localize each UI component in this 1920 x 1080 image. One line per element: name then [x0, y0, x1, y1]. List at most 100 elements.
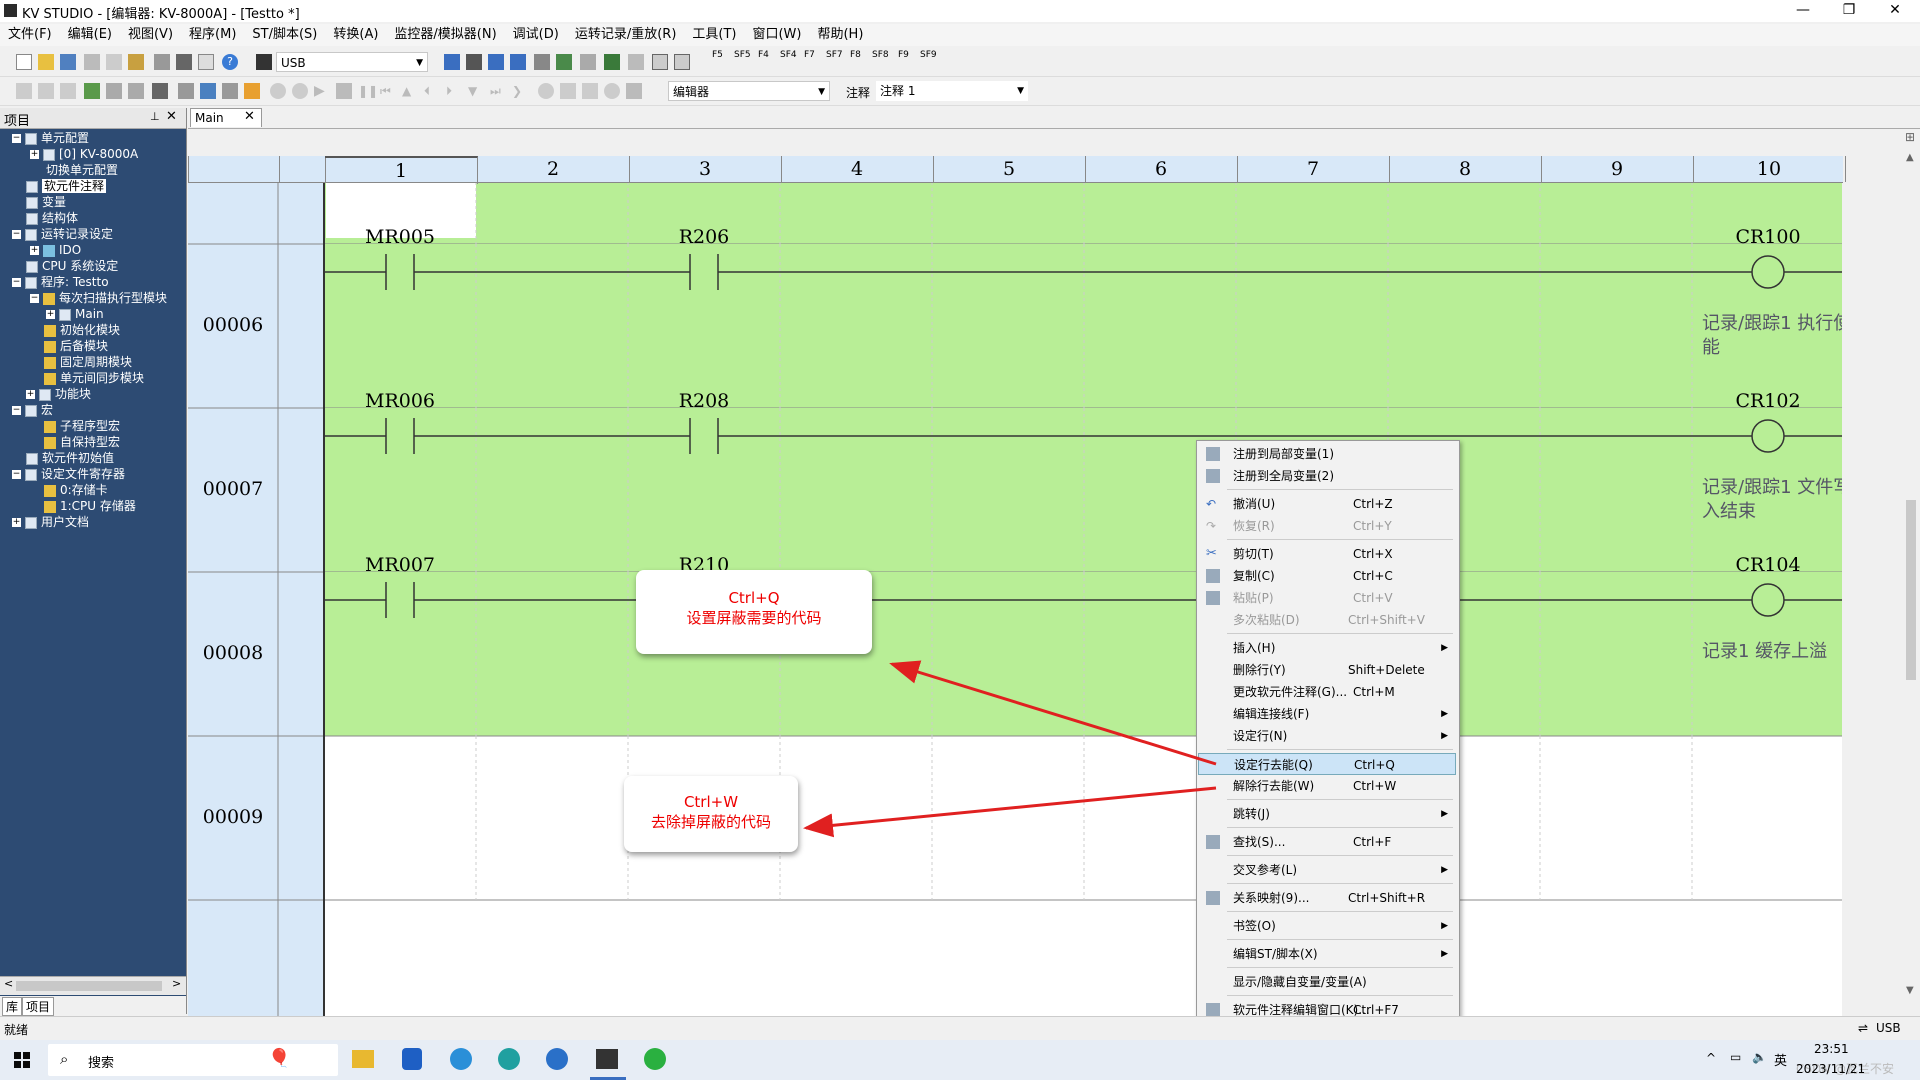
pin-icon[interactable]: ⊥ [150, 110, 160, 123]
scroll-right-icon[interactable]: > [172, 977, 181, 990]
break-icon[interactable] [538, 83, 554, 99]
tree-item[interactable]: − 单元配置 [12, 130, 89, 146]
connection-select[interactable]: USB ▼ [276, 52, 428, 72]
tree-item[interactable]: − 设定文件寄存器 [12, 466, 125, 482]
collapse-icon[interactable]: − [12, 406, 21, 415]
tray-volume-icon[interactable]: 🔈 [1752, 1050, 1767, 1064]
context-menu-item[interactable]: 跳转(J) ▶ [1198, 803, 1456, 825]
open-folder-icon[interactable] [38, 54, 54, 70]
rung-number[interactable]: 00007 [188, 478, 278, 500]
column-header-cell[interactable]: 10 [1693, 156, 1846, 182]
context-menu-item[interactable]: 编辑连接线(F) ▶ [1198, 703, 1456, 725]
edge-beta-icon[interactable] [546, 1048, 568, 1070]
kv-studio-taskbar-icon[interactable] [596, 1049, 618, 1069]
window-icon[interactable] [626, 83, 642, 99]
print-preview-icon[interactable] [198, 54, 214, 70]
column-header-cell[interactable]: 5 [933, 156, 1086, 182]
minimize-button[interactable]: — [1780, 0, 1826, 22]
tab-project[interactable]: 项目 [22, 997, 55, 1016]
fkey-f7[interactable]: F7 [804, 50, 815, 60]
context-menu-item[interactable]: 插入(H) ▶ [1198, 637, 1456, 659]
table-edit-icon[interactable] [128, 83, 144, 99]
expand-icon[interactable]: + [26, 390, 35, 399]
new-file-icon[interactable] [16, 54, 32, 70]
tree-scrollbar[interactable]: < > [0, 976, 186, 995]
menu-file[interactable]: 文件(F) [0, 24, 60, 46]
column-header-cell[interactable]: 6 [1085, 156, 1238, 182]
simulator-icon[interactable] [556, 54, 572, 70]
context-menu-item[interactable]: 解除行去能(W) Ctrl+W [1198, 775, 1456, 797]
context-menu-item[interactable]: 显示/隐藏自变量/变量(A) [1198, 971, 1456, 993]
tree-item[interactable]: 软元件注释 [26, 178, 107, 194]
search-device-icon[interactable] [200, 83, 216, 99]
tray-chevron-icon[interactable]: ^ [1706, 1051, 1716, 1065]
tree-item[interactable]: 子程序型宏 [44, 418, 120, 434]
context-menu-item[interactable]: 编辑ST/脚本(X) ▶ [1198, 943, 1456, 965]
taskbar-search-box[interactable]: ⌕ 搜索 🎈 [48, 1044, 338, 1076]
tree-item[interactable]: + [0] KV-8000A [30, 146, 138, 162]
context-menu-item[interactable]: 更改软元件注释(G)... Ctrl+M [1198, 681, 1456, 703]
step-back-icon[interactable]: ⏴ [424, 83, 440, 99]
scroll-left-icon[interactable]: < [4, 977, 13, 990]
edge-dev-icon[interactable] [498, 1048, 520, 1070]
menu-edit[interactable]: 编辑(E) [60, 24, 120, 46]
fkey-sf4[interactable]: SF4 [780, 50, 797, 60]
edge-icon[interactable] [450, 1048, 472, 1070]
fkey-sf7[interactable]: SF7 [826, 50, 843, 60]
stack-icon[interactable] [582, 83, 598, 99]
context-menu-item[interactable]: 查找(S)... Ctrl+F [1198, 831, 1456, 853]
menu-program[interactable]: 程序(M) [181, 24, 244, 46]
editor-mode-icon[interactable] [580, 54, 596, 70]
tree-item[interactable]: 1:CPU 存储器 [44, 498, 136, 514]
export-icon[interactable] [106, 54, 122, 70]
context-menu-item[interactable]: 设定行(N) ▶ [1198, 725, 1456, 747]
device-label[interactable]: R206 [654, 226, 754, 248]
context-menu-item[interactable]: 书签(O) ▶ [1198, 915, 1456, 937]
check-icon[interactable] [84, 83, 100, 99]
menu-help[interactable]: 帮助(H) [809, 24, 871, 46]
expand-icon[interactable]: + [30, 150, 39, 159]
tools-icon[interactable] [178, 83, 194, 99]
save-all-icon[interactable] [84, 54, 100, 70]
monitor-icon[interactable] [534, 54, 550, 70]
tree-item[interactable]: 结构体 [26, 210, 78, 226]
context-menu-item[interactable]: ✂ 剪切(T) Ctrl+X [1198, 543, 1456, 565]
device-label[interactable]: CR102 [1718, 390, 1818, 412]
verify-icon[interactable] [510, 54, 526, 70]
wechat-icon[interactable] [644, 1048, 666, 1070]
tree-item[interactable]: 后备模块 [44, 338, 108, 354]
list-numbered-icon[interactable] [60, 83, 76, 99]
pencil-icon[interactable] [16, 83, 32, 99]
step-forward-icon[interactable]: ⏵ [446, 83, 462, 99]
scroll-down-icon[interactable]: ▼ [1906, 985, 1914, 996]
tree-item[interactable]: + Main [46, 306, 104, 322]
grid-icon[interactable] [604, 54, 620, 70]
cross-ref-icon[interactable] [244, 83, 260, 99]
expand-icon[interactable]: + [46, 310, 55, 319]
mode-select[interactable]: 编辑器 ▼ [668, 81, 830, 101]
tree-item[interactable]: + 功能块 [26, 386, 91, 402]
bit-icon[interactable] [674, 54, 690, 70]
vertical-scrollbar[interactable]: ⊞ ▲ ▼ [1902, 130, 1920, 1016]
rung-number[interactable]: 00008 [188, 642, 278, 664]
menu-record[interactable]: 运转记录/重放(R) [567, 24, 685, 46]
tree-item[interactable]: − 运转记录设定 [12, 226, 113, 242]
play-icon[interactable]: ▶ [314, 83, 330, 99]
vscroll-thumb[interactable] [1906, 500, 1916, 680]
column-header-cell[interactable]: 1 [325, 156, 478, 184]
menu-window[interactable]: 窗口(W) [744, 24, 809, 46]
fkey-f4[interactable]: F4 [758, 50, 769, 60]
next-icon[interactable]: ❯ [512, 83, 528, 99]
context-menu-item[interactable]: ↷ 恢复(R) Ctrl+Y [1198, 515, 1456, 537]
panel-close-icon[interactable]: ✕ [166, 109, 177, 124]
clock-date[interactable]: 2023/11/21 [1796, 1062, 1865, 1076]
device-label[interactable]: R208 [654, 390, 754, 412]
scroll-thumb[interactable] [16, 981, 162, 991]
windows-start-icon[interactable] [14, 1052, 30, 1068]
menu-monitor[interactable]: 监控器/模拟器(N) [386, 24, 504, 46]
tree-item[interactable]: − 宏 [12, 402, 53, 418]
write-plc-icon[interactable] [488, 54, 504, 70]
column-header-cell[interactable]: 8 [1389, 156, 1542, 182]
fkey-sf9[interactable]: SF9 [920, 50, 937, 60]
table-icon[interactable] [106, 83, 122, 99]
